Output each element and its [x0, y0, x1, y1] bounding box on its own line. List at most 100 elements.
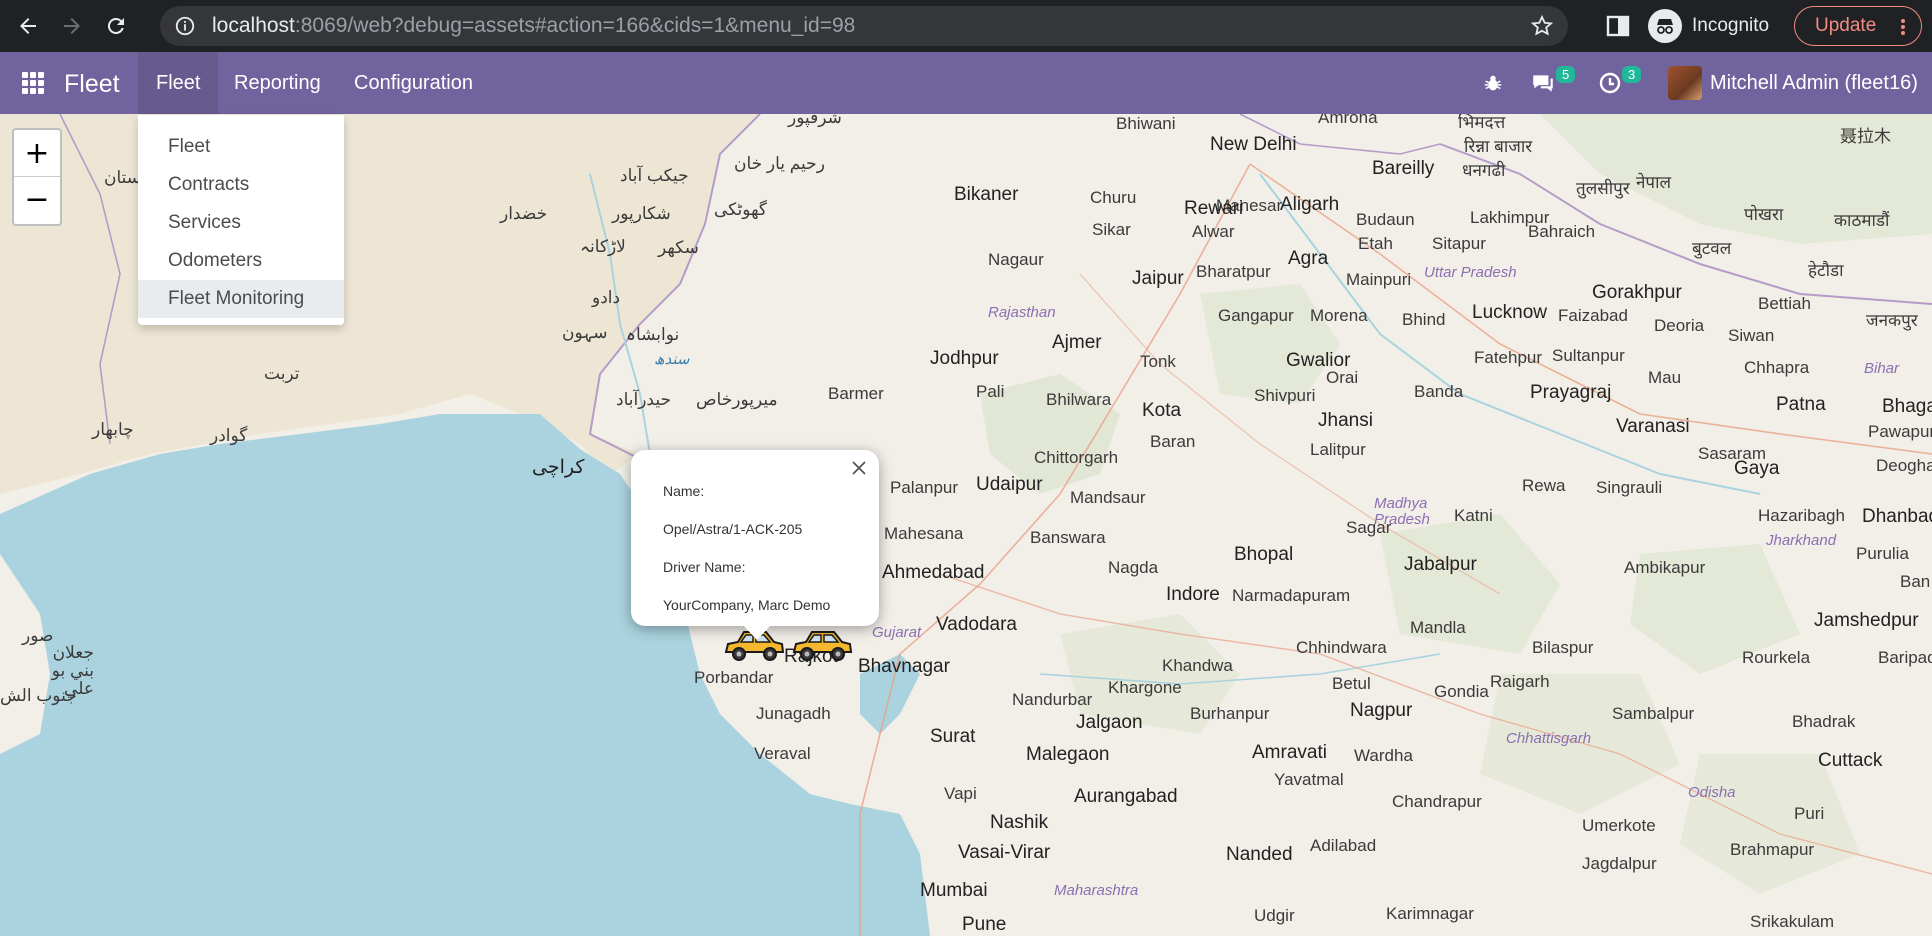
- map-label-sikar: Sikar: [1092, 220, 1131, 239]
- map-label-shikarpur: شکارپور: [612, 204, 671, 223]
- user-name: Mitchell Admin (fleet16): [1710, 71, 1918, 94]
- dropdown-item-odometers[interactable]: Odometers: [138, 242, 344, 280]
- map-label-rinna: रिन्ना बाजार: [1464, 137, 1533, 156]
- map-label-jalgaon: Jalgaon: [1076, 712, 1143, 733]
- map-label-shivpuri: Shivpuri: [1254, 386, 1316, 405]
- app-brand[interactable]: Fleet: [64, 70, 120, 99]
- map-label-budaun: Budaun: [1356, 210, 1415, 229]
- map-label-udaipur: Udaipur: [976, 474, 1043, 495]
- map-label-burhanpur: Burhanpur: [1190, 704, 1270, 723]
- map-label-baripad: Baripad: [1878, 648, 1932, 667]
- user-menu[interactable]: Mitchell Admin (fleet16): [1668, 52, 1918, 114]
- incognito-indicator[interactable]: Incognito: [1648, 8, 1769, 44]
- map-label-faizabad: Faizabad: [1558, 306, 1628, 325]
- map-label-chabahar: چابهار: [92, 420, 134, 439]
- map-label-gorakhpur: Gorakhpur: [1592, 282, 1682, 303]
- map-label-bhiwani: Bhiwani: [1116, 114, 1176, 133]
- map-label-bettiah: Bettiah: [1758, 294, 1811, 313]
- forward-button[interactable]: [52, 6, 92, 46]
- map-label-sagar: Sagar: [1346, 518, 1392, 537]
- map-label-banswara: Banswara: [1030, 528, 1106, 547]
- map-label-rahimyarkhan: رحیم یار خان: [734, 154, 825, 173]
- side-panel-icon[interactable]: [1604, 12, 1632, 40]
- map-label-jacobabad: جیکب آباد: [620, 166, 689, 185]
- map-label-brahmapur: Brahmapur: [1730, 840, 1815, 859]
- update-label: Update: [1815, 15, 1877, 36]
- map-label-chittorgarh: Chittorgarh: [1034, 448, 1119, 467]
- map-label-nanded: Nanded: [1226, 844, 1293, 865]
- map-label-jagdalpur: Jagdalpur: [1582, 854, 1657, 873]
- map-label-nagda: Nagda: [1108, 558, 1159, 577]
- map-label-kota: Kota: [1142, 400, 1182, 421]
- bookmark-star-icon[interactable]: [1530, 14, 1554, 38]
- vehicle-popup: Name: Opel/Astra/1-ACK-205 Driver Name: …: [631, 450, 879, 640]
- map-label-hazaribagh: Hazaribagh: [1758, 506, 1845, 525]
- zoom-out-button[interactable]: −: [14, 176, 60, 222]
- url-text[interactable]: localhost:8069/web?debug=assets#action=1…: [212, 14, 855, 38]
- map-label-chandrapur: Chandrapur: [1392, 792, 1482, 811]
- map-label-raigarh: Raigarh: [1490, 672, 1550, 691]
- zoom-control: + −: [12, 128, 62, 226]
- reload-button[interactable]: [96, 6, 136, 46]
- map-label-mandla: Mandla: [1410, 618, 1466, 637]
- close-icon[interactable]: [849, 458, 869, 478]
- map-label-jharkhand: Jharkhand: [1766, 532, 1837, 549]
- map-label-jamshedpur: Jamshedpur: [1814, 610, 1919, 631]
- map-label-vasai-virar: Vasai-Virar: [958, 842, 1051, 863]
- map-label-nashik: Nashik: [990, 812, 1049, 833]
- menu-fleet[interactable]: Fleet: [138, 52, 219, 114]
- dropdown-item-services[interactable]: Services: [138, 204, 344, 242]
- map-label-srikakulam: Srikakulam: [1750, 912, 1835, 931]
- map-label-yavatmal: Yavatmal: [1274, 770, 1344, 789]
- app-switcher-icon[interactable]: [22, 72, 44, 94]
- menu-reporting[interactable]: Reporting: [216, 52, 339, 114]
- map-label-bhaga: Bhaga: [1882, 396, 1932, 417]
- map-label-bahraich: Bahraich: [1528, 222, 1596, 241]
- map-label-bhilwara: Bhilwara: [1046, 390, 1112, 409]
- map-label-hyderabad: حیدرآباد: [616, 390, 671, 409]
- map-label-churu: Churu: [1090, 188, 1137, 207]
- map-label-sultanpur: Sultanpur: [1552, 346, 1625, 365]
- address-bar[interactable]: localhost:8069/web?debug=assets#action=1…: [160, 6, 1568, 46]
- messages-icon[interactable]: [1530, 52, 1556, 114]
- site-info-icon[interactable]: [174, 15, 196, 37]
- map-label-narmadapuram: Narmadapuram: [1232, 586, 1351, 605]
- map-label-tonk: Tonk: [1140, 352, 1176, 371]
- more-menu-icon[interactable]: [1901, 17, 1907, 37]
- dropdown-item-fleet-monitoring[interactable]: Fleet Monitoring: [138, 280, 344, 318]
- map-label-adilabad: Adilabad: [1310, 836, 1377, 855]
- map-label-bhadrak: Bhadrak: [1792, 712, 1856, 731]
- map-label-nagaur: Nagaur: [988, 250, 1044, 269]
- map-label-prayagraj: Prayagraj: [1530, 382, 1612, 403]
- map-label-lalitpur: Lalitpur: [1310, 440, 1366, 459]
- incognito-label: Incognito: [1692, 15, 1770, 36]
- activities-icon[interactable]: [1598, 52, 1622, 114]
- dropdown-item-fleet[interactable]: Fleet: [138, 128, 344, 166]
- forward-arrow-icon: [64, 18, 80, 34]
- map-label-surat: Surat: [930, 726, 976, 747]
- menu-configuration[interactable]: Configuration: [336, 52, 491, 114]
- map-label-chhattisgarh: Chhattisgarh: [1506, 730, 1592, 747]
- map-label-khandwa: Khandwa: [1162, 656, 1233, 675]
- map-label-jhansi: Jhansi: [1318, 410, 1373, 431]
- messages-badge: 5: [1556, 66, 1576, 83]
- map-label-dadu: دادو: [592, 288, 621, 307]
- map-label-malegaon: Malegaon: [1026, 744, 1110, 765]
- map-label-jaipur: Jaipur: [1132, 268, 1184, 289]
- map-label-cuttack: Cuttack: [1818, 750, 1883, 771]
- map-label-karachi: کراچی: [532, 457, 585, 478]
- map-label-tulsipur: तुलसीपुर: [1576, 179, 1630, 198]
- update-button[interactable]: Update: [1794, 6, 1922, 46]
- zoom-in-button[interactable]: +: [14, 130, 60, 176]
- back-button[interactable]: [8, 6, 48, 46]
- map-label-bilaspur: Bilaspur: [1532, 638, 1594, 657]
- dropdown-item-contracts[interactable]: Contracts: [138, 166, 344, 204]
- map-label-sitapur: Sitapur: [1432, 234, 1486, 253]
- vehicle-marker[interactable]: [790, 624, 854, 664]
- map-label-pokhara: पोखरा: [1744, 205, 1784, 224]
- map-label-khargone: Khargone: [1108, 678, 1182, 697]
- map-label-dhangadhi: धनगढी: [1462, 161, 1506, 180]
- map-label-ajmer: Ajmer: [1052, 332, 1102, 353]
- debug-icon[interactable]: [1482, 52, 1504, 114]
- map-label-zh: 聂拉木: [1840, 127, 1891, 146]
